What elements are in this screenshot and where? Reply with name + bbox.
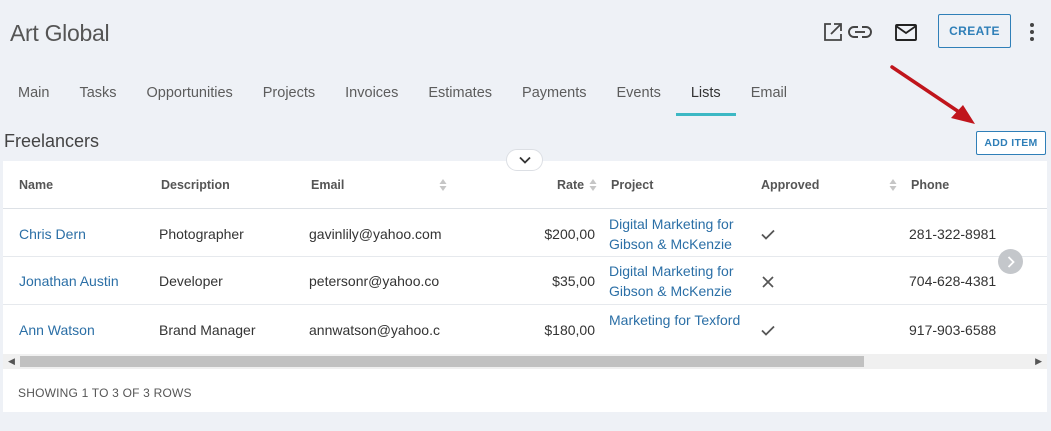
- add-item-button[interactable]: ADD ITEM: [976, 131, 1046, 155]
- column-description[interactable]: Description: [161, 178, 230, 192]
- row-phone: 917-903-6588: [909, 322, 997, 338]
- list-title: Freelancers: [4, 131, 100, 151]
- row-project[interactable]: Marketing for Texford: [609, 310, 759, 330]
- tab-main[interactable]: Main: [3, 72, 64, 116]
- row-phone: 704-628-4381: [909, 273, 997, 289]
- mail-icon[interactable]: [893, 20, 919, 44]
- horizontal-scrollbar[interactable]: ◀ ▶: [3, 354, 1047, 369]
- chevron-down-icon: [518, 156, 531, 164]
- column-name[interactable]: Name: [19, 178, 53, 192]
- tab-email[interactable]: Email: [736, 72, 802, 116]
- scroll-right-icon[interactable]: ▶: [1035, 356, 1042, 367]
- column-phone[interactable]: Phone: [911, 178, 949, 192]
- row-project[interactable]: Digital Marketing for Gibson & McKenzie: [609, 214, 759, 254]
- row-description: Developer: [159, 273, 223, 289]
- row-name[interactable]: Chris Dern: [19, 226, 86, 242]
- link-icon[interactable]: [847, 20, 873, 44]
- check-icon: [761, 325, 775, 336]
- pagination-info: SHOWING 1 TO 3 OF 3 ROWS: [18, 386, 192, 400]
- tab-projects[interactable]: Projects: [248, 72, 330, 116]
- row-project[interactable]: Digital Marketing for Gibson & McKenzie: [609, 261, 759, 301]
- row-description: Photographer: [159, 226, 244, 242]
- table-row[interactable]: Chris Dern Photographer gavinlily@yahoo.…: [3, 209, 1047, 257]
- row-name[interactable]: Jonathan Austin: [19, 273, 119, 289]
- column-approved[interactable]: Approved: [761, 178, 819, 192]
- collapse-toggle[interactable]: [506, 149, 543, 171]
- row-phone: 281-322-8981: [909, 226, 997, 242]
- tab-bar: Main Tasks Opportunities Projects Invoic…: [3, 72, 802, 116]
- row-description: Brand Manager: [159, 322, 256, 338]
- close-icon: [762, 276, 774, 288]
- annotation-arrow-icon: [890, 65, 975, 124]
- sort-icon[interactable]: [589, 178, 597, 192]
- row-email: gavinlily@yahoo.com: [309, 226, 442, 242]
- column-rate[interactable]: Rate: [557, 178, 584, 192]
- table-scroll-right-button[interactable]: [998, 249, 1023, 274]
- tab-estimates[interactable]: Estimates: [413, 72, 507, 116]
- header-actions: CREATE: [811, 14, 1051, 48]
- freelancers-table: Name Description Email Rate Project Appr…: [3, 161, 1047, 412]
- tab-tasks[interactable]: Tasks: [64, 72, 131, 116]
- tab-invoices[interactable]: Invoices: [330, 72, 413, 116]
- row-name[interactable]: Ann Watson: [19, 322, 95, 338]
- row-email: petersonr@yahoo.co: [309, 273, 440, 289]
- table-row[interactable]: Jonathan Austin Developer petersonr@yaho…: [3, 257, 1047, 305]
- tab-events[interactable]: Events: [602, 72, 676, 116]
- page-title: Art Global: [10, 20, 110, 46]
- check-icon: [761, 229, 775, 240]
- sort-icon[interactable]: [439, 178, 447, 192]
- row-rate: $180,00: [544, 322, 595, 338]
- open-external-icon[interactable]: [821, 20, 845, 44]
- tab-lists[interactable]: Lists: [675, 72, 736, 116]
- row-rate: $35,00: [552, 273, 595, 289]
- row-rate: $200,00: [544, 226, 595, 242]
- more-vertical-icon[interactable]: [1025, 20, 1039, 44]
- create-button[interactable]: CREATE: [938, 14, 1011, 48]
- table-row[interactable]: Ann Watson Brand Manager annwatson@yahoo…: [3, 305, 1047, 354]
- sort-icon[interactable]: [889, 178, 897, 192]
- row-email: annwatson@yahoo.c: [309, 322, 440, 338]
- column-email[interactable]: Email: [311, 178, 344, 192]
- tab-opportunities[interactable]: Opportunities: [132, 72, 248, 116]
- scrollbar-thumb[interactable]: [20, 356, 864, 367]
- column-project[interactable]: Project: [611, 178, 653, 192]
- tab-payments[interactable]: Payments: [507, 72, 601, 116]
- chevron-right-icon: [1007, 255, 1015, 268]
- scroll-left-icon[interactable]: ◀: [8, 356, 15, 367]
